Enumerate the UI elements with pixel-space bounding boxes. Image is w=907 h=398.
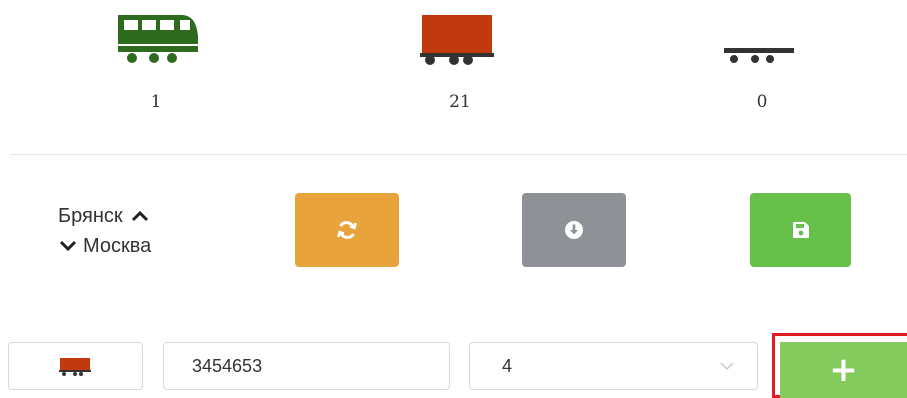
flatcar-count: 0 <box>756 92 768 112</box>
divider <box>10 154 907 155</box>
add-button[interactable]: + <box>780 342 907 398</box>
freight-wagon-icon <box>420 15 494 65</box>
refresh-icon <box>337 221 357 239</box>
refresh-button[interactable] <box>295 193 399 267</box>
flatcar-icon <box>724 48 794 63</box>
count-select-value: 4 <box>502 355 513 376</box>
chevron-down-icon[interactable] <box>58 239 78 253</box>
save-button[interactable] <box>750 193 851 267</box>
wagon-number-input[interactable] <box>163 342 450 390</box>
count-select[interactable]: 4 <box>469 342 758 390</box>
chevron-up-icon[interactable] <box>130 209 150 223</box>
route-to-label: Москва <box>83 235 152 257</box>
route-from: Брянск <box>58 201 198 231</box>
locomotive-count: 1 <box>150 92 162 112</box>
download-button[interactable] <box>522 193 626 267</box>
locomotive-icon <box>118 15 198 63</box>
wagon-count: 21 <box>449 92 471 112</box>
route-info: Брянск Москва <box>58 201 198 261</box>
route-from-label: Брянск <box>58 205 123 227</box>
freight-wagon-icon <box>58 358 91 376</box>
route-to: Москва <box>58 231 198 261</box>
counter-locomotive: 1 <box>76 0 236 112</box>
counter-flatcar: 0 <box>682 0 842 112</box>
download-icon <box>565 221 583 239</box>
save-icon <box>792 222 809 238</box>
counter-wagon: 21 <box>380 0 540 112</box>
wagon-type-select[interactable] <box>8 342 143 390</box>
chevron-down-icon <box>720 362 734 371</box>
